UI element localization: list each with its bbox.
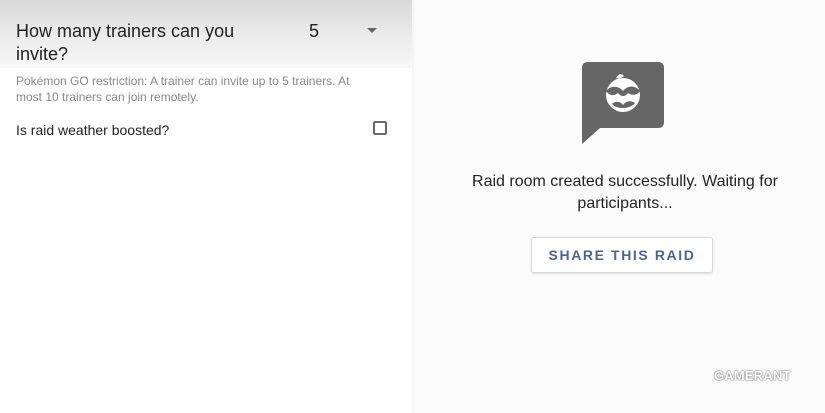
chat-bubble-pokeball-icon bbox=[582, 62, 664, 144]
screen: How many trainers can you invite? 5 Poké… bbox=[0, 0, 825, 413]
dropdown-arrow-icon[interactable] bbox=[367, 28, 377, 33]
weather-boosted-checkbox[interactable] bbox=[373, 121, 387, 135]
share-raid-button[interactable]: SHARE THIS RAID bbox=[531, 237, 713, 273]
invite-question-label: How many trainers can you invite? bbox=[16, 21, 235, 64]
raid-status-message: Raid room created successfully. Waiting … bbox=[472, 173, 778, 212]
gamerant-watermark: GAMERANT bbox=[714, 368, 791, 383]
invite-count-value[interactable]: 5 bbox=[309, 20, 319, 43]
raid-form-panel: How many trainers can you invite? 5 Poké… bbox=[0, 0, 412, 413]
weather-boosted-label: Is raid weather boosted? bbox=[16, 122, 170, 138]
restriction-note: Pokémon GO restriction: A trainer can in… bbox=[16, 74, 350, 104]
